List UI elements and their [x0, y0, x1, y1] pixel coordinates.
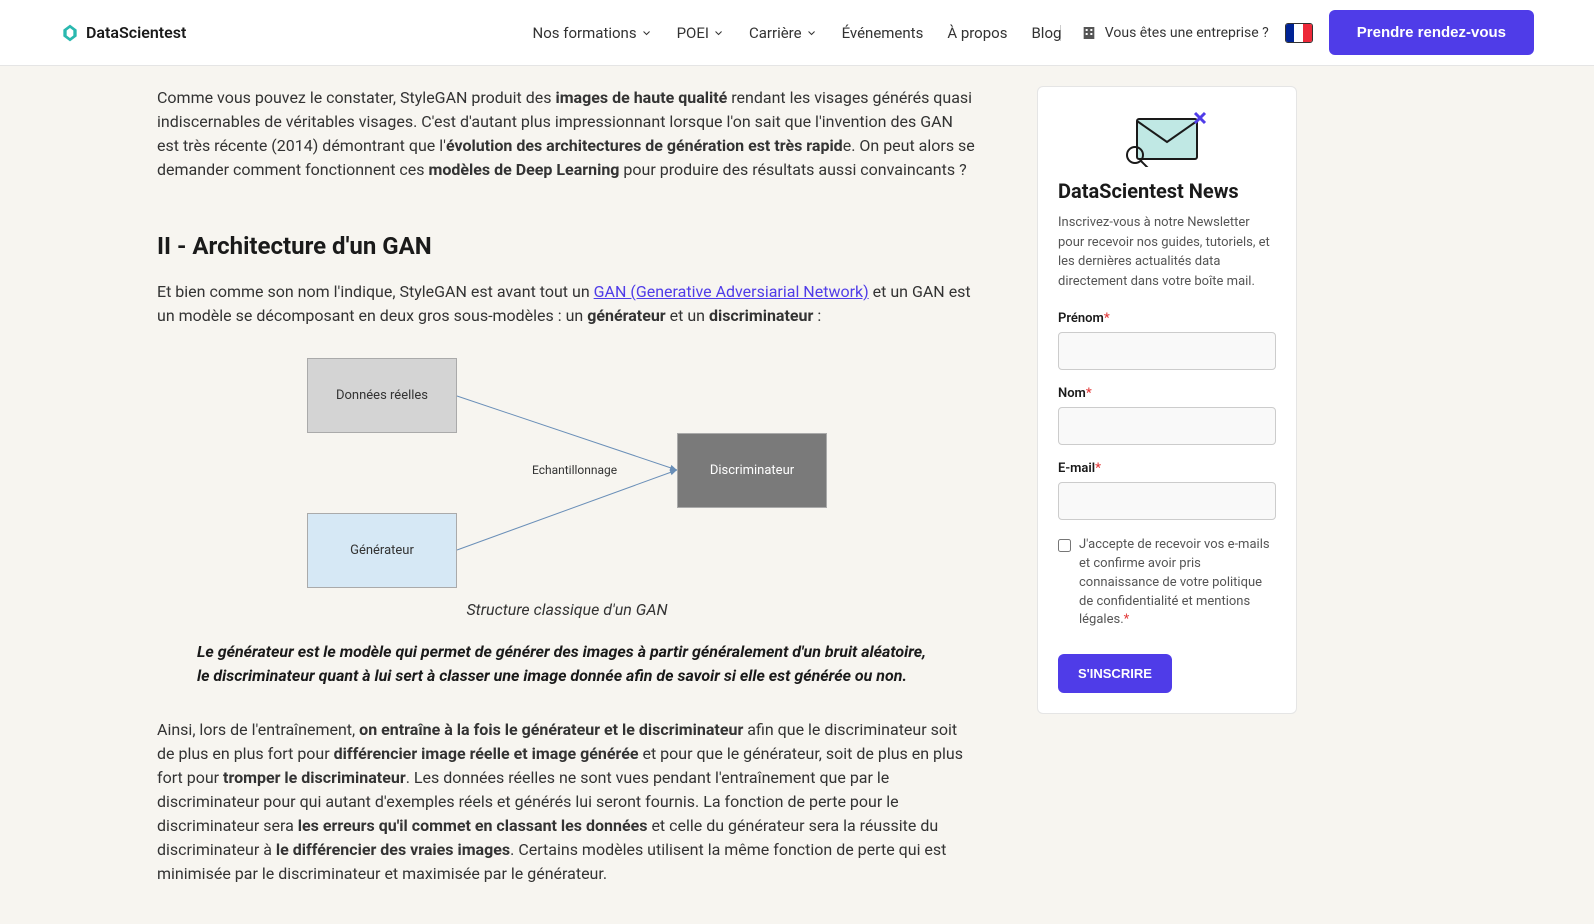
building-icon [1081, 25, 1097, 41]
firstname-input[interactable] [1058, 332, 1276, 370]
nav-blog[interactable]: Blog [1031, 24, 1061, 42]
article-content: Comme vous pouvez le constater, StyleGAN… [157, 86, 977, 904]
newsletter-title: DataScientest News [1058, 179, 1276, 203]
firstname-label: Prénom* [1058, 311, 1276, 326]
newsletter-card: DataScientest News Inscrivez-vous à notr… [1037, 86, 1297, 714]
nav-apropos[interactable]: À propos [947, 24, 1007, 42]
nav-evenements[interactable]: Événements [842, 24, 924, 42]
email-group: E-mail* [1058, 461, 1276, 520]
gan-diagram: Données réelles Générateur Discriminateu… [307, 358, 827, 588]
newsletter-desc: Inscrivez-vous à notre Newsletter pour r… [1058, 213, 1276, 291]
section-heading: II - Architecture d'un GAN [157, 232, 977, 260]
main-container: Comme vous pouvez le constater, StyleGAN… [97, 66, 1497, 924]
chevron-down-icon [641, 27, 653, 39]
diagram-caption: Structure classique d'un GAN [157, 598, 977, 622]
subscribe-button[interactable]: S'INSCRIRE [1058, 654, 1172, 693]
logo[interactable]: DataScientest [60, 23, 186, 43]
consent-group: J'accepte de recevoir vos e-mails et con… [1058, 536, 1276, 630]
main-nav: Nos formations POEI Carrière Événements … [533, 24, 1062, 42]
nav-carriere[interactable]: Carrière [749, 24, 818, 42]
paragraph-2: Et bien comme son nom l'indique, StyleGA… [157, 280, 977, 328]
chevron-down-icon [806, 27, 818, 39]
lastname-label: Nom* [1058, 386, 1276, 401]
header-right: Vous êtes une entreprise ? Prendre rende… [1060, 10, 1534, 55]
paragraph-3: Ainsi, lors de l'entraînement, on entraî… [157, 718, 977, 886]
lastname-input[interactable] [1058, 407, 1276, 445]
sidebar: DataScientest News Inscrivez-vous à notr… [1037, 86, 1297, 904]
cta-button[interactable]: Prendre rendez-vous [1329, 10, 1534, 55]
nav-formations[interactable]: Nos formations [533, 24, 653, 42]
gan-link[interactable]: GAN (Generative Adversiarial Network) [594, 282, 869, 301]
diagram-box-discriminator: Discriminateur [677, 433, 827, 508]
diagram-sampling-label: Echantillonnage [532, 463, 617, 477]
enterprise-link[interactable]: Vous êtes une entreprise ? [1060, 25, 1269, 41]
paragraph-1: Comme vous pouvez le constater, StyleGAN… [157, 86, 977, 182]
consent-checkbox[interactable] [1058, 539, 1071, 552]
diagram-box-data: Données réelles [307, 358, 457, 433]
nav-poei[interactable]: POEI [677, 24, 725, 42]
firstname-group: Prénom* [1058, 311, 1276, 370]
consent-label: J'accepte de recevoir vos e-mails et con… [1079, 536, 1276, 630]
chevron-down-icon [713, 27, 725, 39]
lastname-group: Nom* [1058, 386, 1276, 445]
header: DataScientest Nos formations POEI Carriè… [0, 0, 1594, 66]
diagram-box-generator: Générateur [307, 513, 457, 588]
quote-block: Le générateur est le modèle qui permet d… [157, 640, 977, 688]
language-selector[interactable] [1285, 23, 1313, 43]
email-input[interactable] [1058, 482, 1276, 520]
email-label: E-mail* [1058, 461, 1276, 476]
envelope-icon [1117, 107, 1217, 167]
logo-icon [60, 23, 80, 43]
logo-text: DataScientest [86, 23, 186, 42]
